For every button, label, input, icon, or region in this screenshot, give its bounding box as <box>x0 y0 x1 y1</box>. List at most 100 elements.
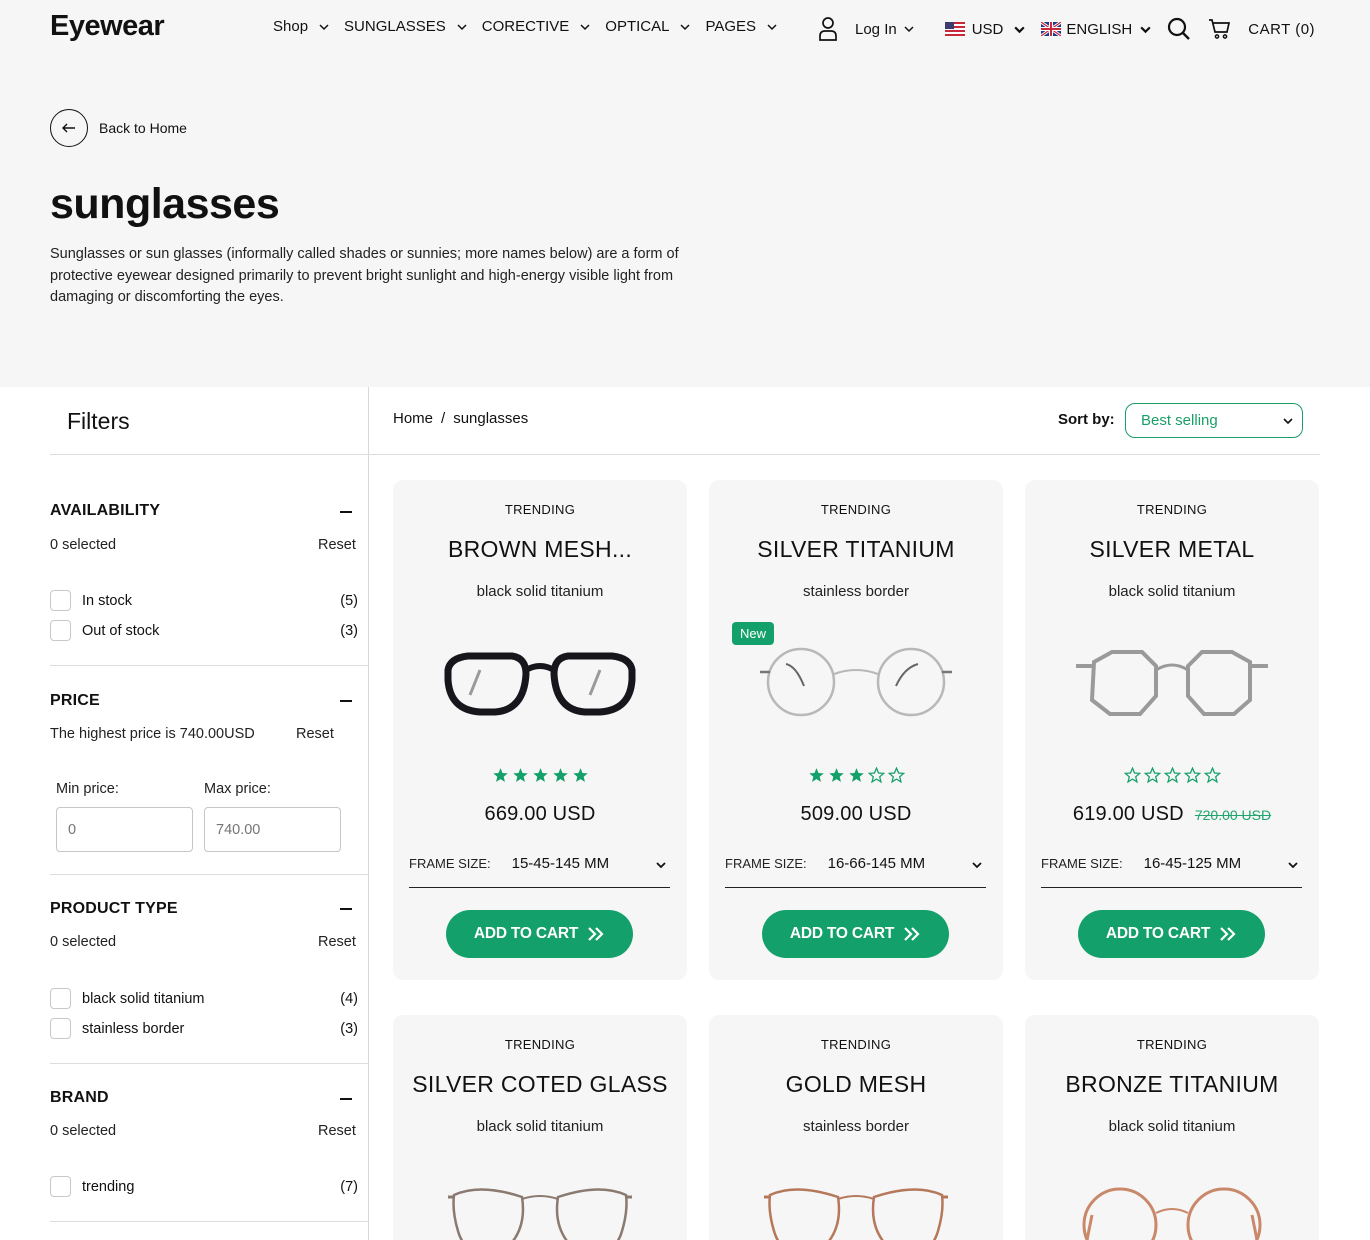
product-image[interactable] <box>756 640 956 730</box>
star-filled-icon <box>532 768 548 782</box>
product-name[interactable]: SILVER METAL <box>1025 536 1319 563</box>
chevron-down-icon <box>680 23 690 30</box>
divider <box>50 874 368 875</box>
sort-label: Sort by: <box>1058 411 1115 428</box>
page-description: Sunglasses or sun glasses (informally ca… <box>50 246 679 305</box>
currency-selector[interactable]: USD <box>944 21 1027 38</box>
filter-product-type-title[interactable]: PRODUCT TYPE <box>50 900 178 918</box>
filter-option-trending[interactable]: trending (7) <box>50 1176 358 1197</box>
checkbox[interactable] <box>50 1176 71 1197</box>
sort-value: Best selling <box>1141 412 1218 429</box>
filter-option-out-of-stock[interactable]: Out of stock (3) <box>50 620 358 641</box>
divider <box>50 454 368 455</box>
nav-item-pages[interactable]: PAGES <box>705 18 778 35</box>
collapse-icon[interactable] <box>340 908 352 910</box>
collapse-icon[interactable] <box>340 700 352 702</box>
frame-size-select[interactable]: FRAME SIZE: 15-45-145 MM <box>409 852 670 888</box>
search-button[interactable] <box>1167 17 1191 41</box>
product-card[interactable]: TRENDING GOLD MESH stainless border <box>709 1015 1003 1240</box>
frame-size-select[interactable]: FRAME SIZE: 16-66-145 MM <box>725 852 986 888</box>
add-to-cart-button[interactable]: ADD TO CART <box>446 910 633 958</box>
nav-item-label: PAGES <box>705 18 757 35</box>
product-tag: TRENDING <box>504 502 576 517</box>
option-label: trending <box>82 1178 135 1195</box>
product-card[interactable]: TRENDING SILVER COTED GLASS black solid … <box>393 1015 687 1240</box>
back-to-home-link[interactable]: Back to Home <box>50 109 187 147</box>
brand-reset[interactable]: Reset <box>318 1123 356 1139</box>
collapse-icon[interactable] <box>340 511 352 513</box>
chevron-down-icon <box>972 862 982 869</box>
product-name[interactable]: SILVER TITANIUM <box>709 536 1003 563</box>
filter-availability-title[interactable]: AVAILABILITY <box>50 502 160 520</box>
checkbox[interactable] <box>50 590 71 611</box>
login-link[interactable]: Log In <box>818 16 915 42</box>
checkbox[interactable] <box>50 1018 71 1039</box>
collapse-icon[interactable] <box>340 1098 352 1100</box>
product-price: 509.00 USD <box>800 803 912 825</box>
min-price-label: Min price: <box>56 781 119 797</box>
add-to-cart-button[interactable]: ADD TO CART <box>1078 910 1265 958</box>
breadcrumb-home[interactable]: Home <box>393 410 433 427</box>
star-empty-icon <box>867 767 885 783</box>
product-image[interactable] <box>440 640 640 730</box>
add-to-cart-label: ADD TO CART <box>1105 925 1211 942</box>
product-image[interactable] <box>440 1175 640 1240</box>
filter-option-stainless-border[interactable]: stainless border (3) <box>50 1018 358 1039</box>
product-price: 669.00 USD <box>484 803 596 825</box>
product-name[interactable]: BRONZE TITANIUM <box>1025 1071 1319 1098</box>
product-name[interactable]: SILVER COTED GLASS <box>393 1071 687 1098</box>
filter-price-title[interactable]: PRICE <box>50 692 100 710</box>
chevron-down-icon <box>1014 26 1025 33</box>
chevron-down-icon <box>580 23 590 30</box>
checkbox[interactable] <box>50 988 71 1009</box>
back-arrow-circle <box>50 109 88 147</box>
nav-item-shop[interactable]: Shop <box>273 18 330 35</box>
price-row: 669.00 USD <box>393 803 687 826</box>
product-card[interactable]: TRENDING BROWN MESH... black solid titan… <box>393 480 687 980</box>
star-filled-icon <box>512 768 528 782</box>
filter-option-in-stock[interactable]: In stock (5) <box>50 590 358 611</box>
chevron-down-icon <box>319 23 329 30</box>
option-count: (4) <box>340 990 358 1007</box>
nav-item-optical[interactable]: OPTICAL <box>605 18 691 35</box>
product-image[interactable] <box>1072 1175 1272 1240</box>
product-image[interactable] <box>756 1175 956 1240</box>
nav-item-sunglasses[interactable]: SUNGLASSES <box>344 18 468 35</box>
header-actions: Log In USD ENGLISH CART (0) <box>818 16 1315 42</box>
cart-link[interactable]: CART (0) <box>1208 18 1315 40</box>
chevron-down-icon <box>1283 418 1293 425</box>
checkbox[interactable] <box>50 620 71 641</box>
language-selector[interactable]: ENGLISH <box>1041 21 1152 38</box>
product-card[interactable]: TRENDING SILVER METAL black solid titani… <box>1025 480 1319 980</box>
availability-selected: 0 selected <box>50 537 117 553</box>
price-reset[interactable]: Reset <box>296 726 334 742</box>
product-card[interactable]: TRENDING SILVER TITANIUM stainless borde… <box>709 480 1003 980</box>
availability-reset[interactable]: Reset <box>318 537 356 553</box>
filters-title: Filters <box>67 408 130 434</box>
product-price: 619.00 USD <box>1072 803 1184 825</box>
product-name[interactable]: GOLD MESH <box>709 1071 1003 1098</box>
frame-size-select[interactable]: FRAME SIZE: 16-45-125 MM <box>1041 852 1302 888</box>
product-name[interactable]: BROWN MESH... <box>393 536 687 563</box>
sort-select[interactable]: Best selling <box>1125 403 1303 438</box>
breadcrumb-current: sunglasses <box>453 410 529 427</box>
add-to-cart-button[interactable]: ADD TO CART <box>762 910 949 958</box>
back-label: Back to Home <box>99 120 187 136</box>
min-price-input[interactable] <box>56 807 193 852</box>
sidebar-divider <box>368 387 369 1240</box>
user-icon <box>819 17 837 41</box>
product-image[interactable] <box>1072 640 1272 730</box>
option-label: stainless border <box>82 1020 185 1037</box>
filter-option-black-solid-titanium[interactable]: black solid titanium (4) <box>50 988 358 1009</box>
product-card[interactable]: TRENDING BRONZE TITANIUM black solid tit… <box>1025 1015 1319 1240</box>
nav-item-corective[interactable]: CORECTIVE <box>482 18 592 35</box>
price-row: 619.00 USD 720.00 USD <box>1025 803 1319 826</box>
site-logo[interactable]: Eyewear <box>50 10 165 43</box>
max-price-input[interactable] <box>204 807 341 852</box>
add-to-cart-label: ADD TO CART <box>789 925 895 942</box>
filter-brand-title[interactable]: BRAND <box>50 1089 109 1107</box>
product-type: stainless border <box>803 1118 909 1135</box>
product-tag: TRENDING <box>504 1037 576 1052</box>
star-empty-icon <box>1203 767 1221 783</box>
product-type-reset[interactable]: Reset <box>318 934 356 950</box>
